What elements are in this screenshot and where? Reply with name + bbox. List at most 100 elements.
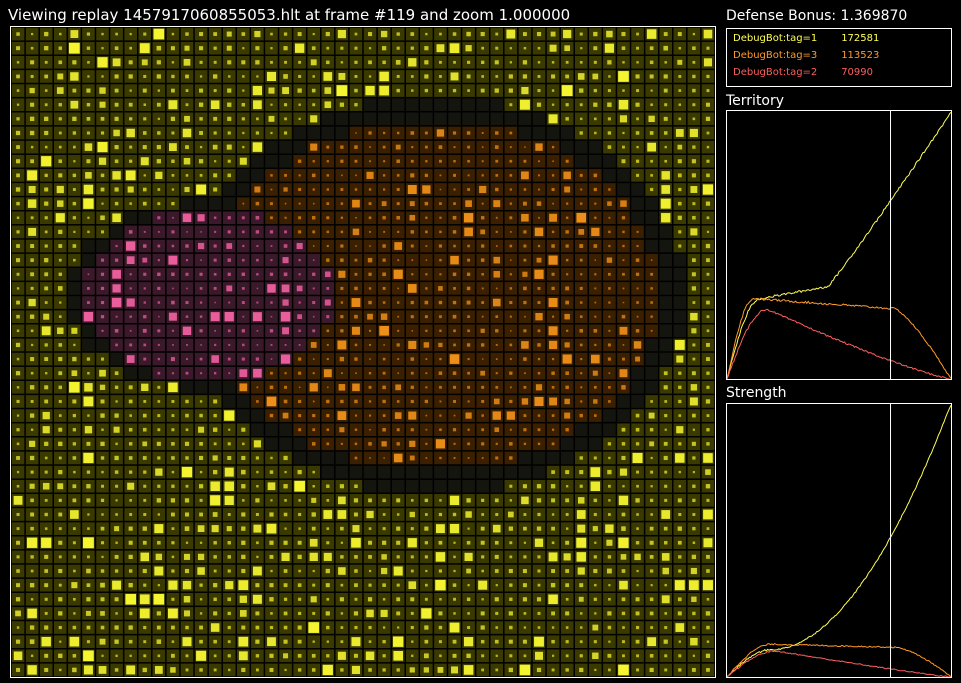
board-cell <box>349 112 363 126</box>
strength-marker <box>128 385 133 390</box>
strength-marker <box>410 230 414 234</box>
strength-marker <box>242 75 245 78</box>
strength-marker <box>537 626 541 629</box>
strength-marker <box>592 652 599 660</box>
strength-marker <box>185 428 189 432</box>
strength-marker <box>270 569 273 573</box>
board-cell <box>363 465 377 479</box>
strength-marker <box>270 301 273 304</box>
strength-marker <box>354 428 358 431</box>
strength-marker <box>227 60 232 65</box>
strength-marker <box>87 414 90 417</box>
strength-marker <box>158 315 160 318</box>
strength-marker <box>242 47 245 50</box>
strength-marker <box>298 117 301 120</box>
strength-marker <box>396 442 400 446</box>
strength-marker <box>100 187 105 192</box>
game-board[interactable] <box>10 26 716 678</box>
strength-marker <box>523 258 527 262</box>
strength-marker <box>270 131 273 135</box>
strength-marker <box>424 201 429 206</box>
board-cell <box>222 394 237 409</box>
strength-marker <box>143 484 147 488</box>
strength-marker <box>71 370 78 377</box>
strength-marker <box>326 60 330 65</box>
strength-marker <box>41 636 51 647</box>
strength-marker <box>311 497 317 503</box>
strength-marker <box>607 357 611 361</box>
strength-marker <box>256 258 259 262</box>
strength-marker <box>495 456 499 460</box>
strength-marker <box>608 456 611 460</box>
strength-marker <box>537 46 541 50</box>
board-cell <box>518 112 532 126</box>
strength-marker <box>552 315 555 318</box>
strength-marker <box>467 626 471 630</box>
strength-marker <box>114 569 119 573</box>
strength-graph[interactable] <box>726 403 952 678</box>
strength-marker <box>678 89 682 92</box>
strength-marker <box>548 552 558 562</box>
strength-marker <box>509 428 512 431</box>
strength-marker <box>635 272 640 276</box>
board-cell <box>475 465 490 479</box>
strength-marker <box>564 313 570 320</box>
strength-marker <box>354 597 358 601</box>
strength-marker <box>453 60 456 64</box>
strength-marker <box>269 597 274 602</box>
strength-marker <box>85 610 91 616</box>
strength-marker <box>622 259 625 262</box>
territory-graph[interactable] <box>726 110 952 380</box>
strength-marker <box>284 527 287 530</box>
strength-marker <box>354 484 358 488</box>
strength-marker <box>339 102 344 107</box>
strength-marker <box>326 315 330 319</box>
strength-marker <box>157 202 161 206</box>
strength-marker <box>692 611 696 616</box>
board-cell <box>588 422 603 437</box>
strength-marker <box>481 428 485 432</box>
strength-marker <box>592 73 599 80</box>
board-cell <box>335 112 349 126</box>
strength-marker <box>678 399 682 404</box>
strength-marker <box>30 216 34 220</box>
strength-marker <box>73 597 76 601</box>
strength-marker <box>439 385 442 389</box>
strength-marker <box>649 131 654 135</box>
strength-marker <box>691 441 696 446</box>
strength-marker <box>622 61 625 64</box>
strength-marker <box>382 583 386 587</box>
strength-marker <box>481 132 484 134</box>
strength-marker <box>281 284 290 293</box>
board-cell <box>180 196 194 211</box>
strength-marker <box>706 625 710 630</box>
strength-marker <box>255 625 260 630</box>
strength-marker <box>340 668 344 672</box>
strength-marker <box>72 484 77 489</box>
strength-marker <box>536 257 542 263</box>
strength-marker <box>565 286 570 291</box>
strength-marker <box>692 357 696 361</box>
strength-marker <box>255 611 260 616</box>
strength-marker <box>227 159 231 163</box>
strength-marker <box>129 654 132 657</box>
strength-marker <box>706 159 710 163</box>
strength-marker <box>438 342 443 348</box>
strength-marker <box>650 329 653 332</box>
strength-marker <box>466 31 471 37</box>
strength-marker <box>548 326 558 336</box>
strength-marker <box>184 526 190 531</box>
strength-marker <box>579 131 583 135</box>
strength-marker <box>129 273 132 276</box>
board-cell <box>433 465 448 479</box>
strength-marker <box>29 455 35 461</box>
strength-marker <box>551 286 555 291</box>
strength-marker <box>425 287 428 290</box>
strength-marker <box>435 579 446 591</box>
strength-marker <box>69 382 80 393</box>
strength-marker <box>156 498 162 503</box>
strength-marker <box>310 596 317 603</box>
strength-marker <box>44 343 48 347</box>
strength-marker <box>536 597 542 602</box>
strength-marker <box>172 344 174 346</box>
